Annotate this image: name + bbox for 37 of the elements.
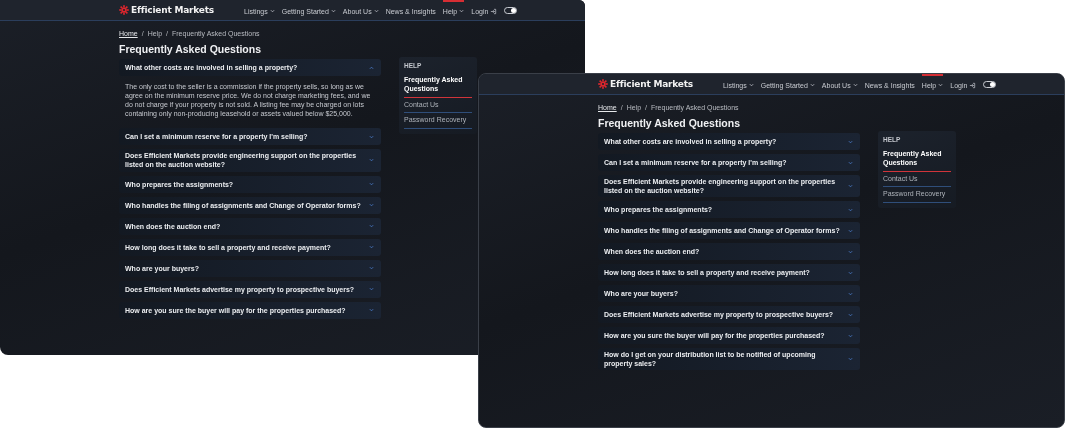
chevron-icon bbox=[848, 291, 853, 296]
chevron-icon bbox=[369, 134, 374, 139]
page-title: Frequently Asked Questions bbox=[119, 43, 262, 55]
chevron-icon bbox=[848, 139, 853, 144]
chevron-icon bbox=[848, 184, 853, 189]
login-icon[interactable] bbox=[969, 81, 977, 89]
chevron-icon bbox=[848, 249, 853, 254]
caret-icon[interactable] bbox=[459, 9, 465, 13]
chevron-icon bbox=[848, 270, 853, 275]
caret-icon[interactable] bbox=[809, 83, 815, 87]
chevron-icon bbox=[369, 158, 374, 163]
chevron-icon bbox=[848, 228, 853, 233]
chevron-icon bbox=[848, 357, 853, 362]
chevron-icon bbox=[369, 182, 374, 187]
chevron-icon bbox=[369, 245, 374, 250]
chevron-icon bbox=[369, 203, 374, 208]
brand-name: Efficient Markets bbox=[131, 5, 214, 15]
login-icon[interactable] bbox=[490, 7, 498, 15]
chevron-icon bbox=[848, 312, 853, 317]
caret-icon[interactable] bbox=[748, 83, 754, 87]
caret-icon[interactable] bbox=[269, 9, 275, 13]
chevron-icon bbox=[369, 266, 374, 271]
chevron-icon bbox=[848, 160, 853, 165]
caret-icon[interactable] bbox=[852, 83, 858, 87]
page-title: Frequently Asked Questions bbox=[598, 117, 741, 129]
chevron-icon bbox=[848, 333, 853, 338]
chevron-icon bbox=[369, 287, 374, 292]
brand-name: Efficient Markets bbox=[610, 79, 693, 89]
logo-icon bbox=[598, 79, 608, 89]
caret-icon[interactable] bbox=[330, 9, 336, 13]
chevron-icon bbox=[369, 224, 374, 229]
caret-icon[interactable] bbox=[938, 83, 944, 87]
logo-icon bbox=[119, 5, 129, 15]
chevron-icon bbox=[369, 65, 374, 70]
chevron-icon bbox=[848, 207, 853, 212]
caret-icon[interactable] bbox=[373, 9, 379, 13]
chevron-icon bbox=[369, 308, 374, 313]
